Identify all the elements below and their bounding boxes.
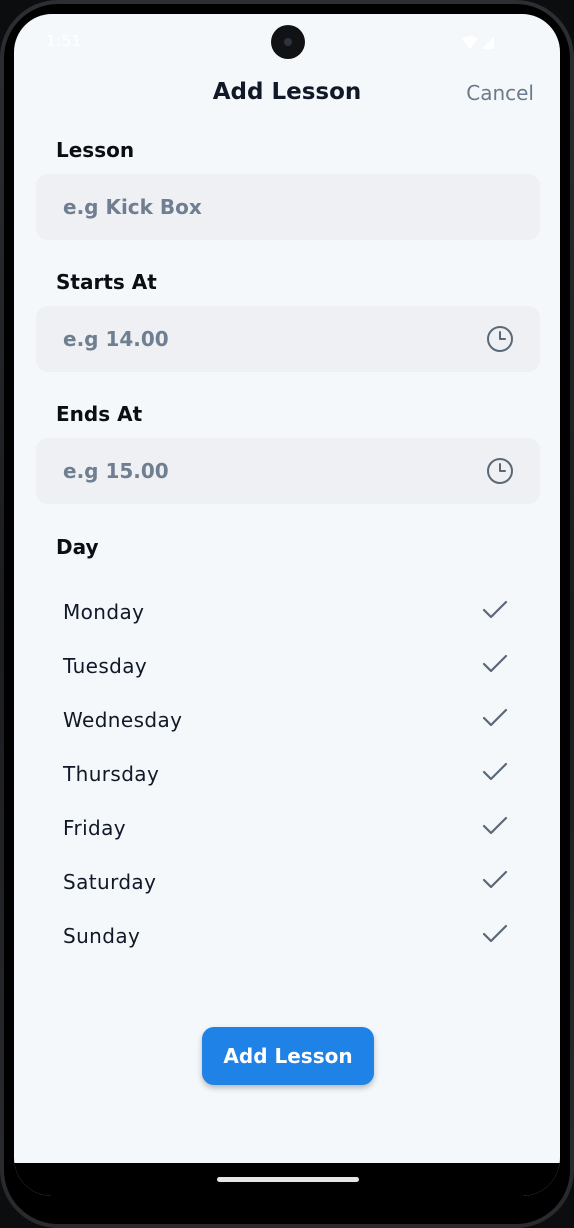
app-screen: 1:51 Add Lesson Cancel Lesson e.g Kick B…	[14, 14, 560, 1196]
day-item-label: Thursday	[63, 762, 160, 786]
day-item-label: Wednesday	[63, 708, 183, 732]
day-item-friday[interactable]: Friday	[14, 801, 560, 855]
ends-at-input[interactable]: e.g 15.00	[36, 438, 540, 504]
check-icon	[482, 654, 508, 673]
lesson-input[interactable]: e.g Kick Box	[36, 174, 540, 240]
starts-at-placeholder: e.g 14.00	[63, 327, 169, 351]
day-item-label: Friday	[63, 816, 127, 840]
day-label: Day	[56, 535, 99, 559]
wifi-icon	[462, 36, 478, 49]
ends-at-placeholder: e.g 15.00	[63, 459, 169, 483]
check-icon	[482, 708, 508, 727]
cancel-button[interactable]: Cancel	[466, 81, 534, 105]
check-icon	[482, 870, 508, 889]
day-item-wednesday[interactable]: Wednesday	[14, 693, 560, 747]
day-item-monday[interactable]: Monday	[14, 585, 560, 639]
clock-icon[interactable]	[486, 457, 514, 485]
gesture-nav-bar	[14, 1163, 560, 1196]
add-lesson-button[interactable]: Add Lesson	[202, 1027, 374, 1085]
starts-at-input[interactable]: e.g 14.00	[36, 306, 540, 372]
day-item-label: Saturday	[63, 870, 157, 894]
day-item-thursday[interactable]: Thursday	[14, 747, 560, 801]
cellular-icon	[482, 37, 494, 49]
day-item-label: Monday	[63, 600, 145, 624]
check-icon	[482, 762, 508, 781]
day-item-tuesday[interactable]: Tuesday	[14, 639, 560, 693]
clock-icon[interactable]	[486, 325, 514, 353]
front-camera	[271, 25, 305, 59]
lesson-placeholder: e.g Kick Box	[63, 195, 202, 219]
day-item-label: Sunday	[63, 924, 141, 948]
status-bar: 1:51	[14, 14, 560, 70]
check-icon	[482, 816, 508, 835]
status-time: 1:51	[46, 32, 82, 50]
ends-at-label: Ends At	[56, 402, 143, 426]
check-icon	[482, 600, 508, 619]
nav-header: Add Lesson Cancel	[14, 70, 560, 120]
lesson-label: Lesson	[56, 138, 135, 162]
signal-icons	[462, 36, 494, 49]
check-icon	[482, 924, 508, 943]
day-item-label: Tuesday	[63, 654, 148, 678]
day-item-sunday[interactable]: Sunday	[14, 909, 560, 963]
day-item-saturday[interactable]: Saturday	[14, 855, 560, 909]
starts-at-label: Starts At	[56, 270, 157, 294]
home-indicator[interactable]	[217, 1177, 359, 1182]
